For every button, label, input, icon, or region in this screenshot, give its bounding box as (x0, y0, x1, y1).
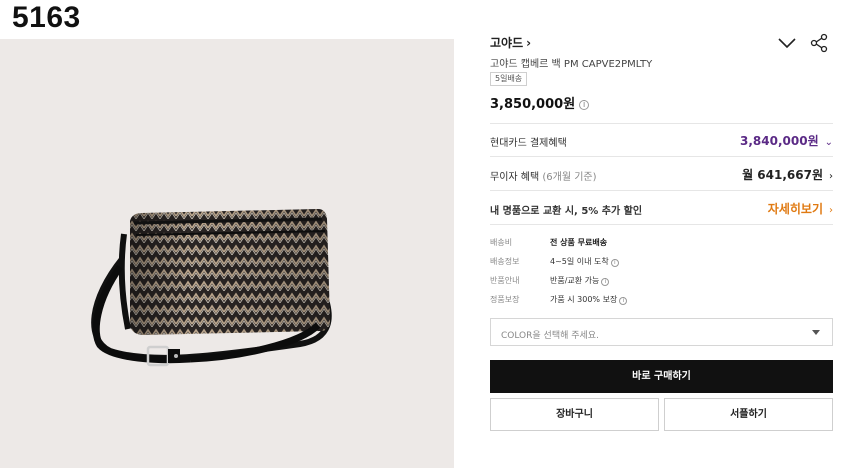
info-icon[interactable]: i (610, 259, 619, 267)
brand-name: 고야드 (490, 36, 524, 50)
product-price: 3,850,000원 i (490, 93, 590, 112)
chevron-down-icon: ⌄ (824, 137, 833, 148)
shopping-button[interactable]: 서플하기 (664, 398, 833, 431)
color-select[interactable]: COLOR을 선택해 주세요. (490, 318, 833, 346)
installment-value: 월 641,667원 › (742, 168, 833, 182)
color-select-placeholder: COLOR을 선택해 주세요. (501, 331, 599, 341)
product-image[interactable] (0, 39, 454, 468)
chevron-right-icon: › (526, 36, 532, 50)
cart-button[interactable]: 장바구니 (490, 398, 659, 431)
share-icon[interactable] (808, 32, 830, 54)
caret-down-icon (812, 330, 820, 335)
brand-link[interactable]: 고야드 › (490, 34, 531, 51)
promo-link: 자세히보기 › (767, 202, 833, 216)
promo-row[interactable]: 내 명품으로 교환 시, 5% 추가 할인 자세히보기 › (490, 198, 833, 218)
product-name: 고야드 캡베르 백 PM CAPVE2PMLTY (490, 59, 653, 70)
chevron-right-icon: › (829, 171, 833, 182)
divider (490, 156, 833, 157)
buy-now-button[interactable]: 바로 구매하기 (490, 360, 833, 393)
divider (490, 224, 833, 225)
card-benefit-row[interactable]: 현대카드 결제혜택 3,840,000원 ⌄ (490, 130, 833, 150)
installment-label: 무이자 혜택 (6개월 기준) (490, 172, 597, 183)
installment-row[interactable]: 무이자 혜택 (6개월 기준) 월 641,667원 › (490, 164, 833, 184)
chevron-right-icon: › (829, 205, 833, 216)
watermark: 5163 (12, 1, 81, 34)
card-benefit-label: 현대카드 결제혜택 (490, 138, 567, 149)
chevron-down-icon[interactable] (776, 32, 798, 54)
bag-image (91, 209, 332, 367)
price-value: 3,850,000원 (490, 97, 576, 112)
info-icon[interactable]: i (601, 278, 610, 286)
delivery-badge: 5일배송 (490, 72, 528, 86)
brand-row: 고야드 › (490, 32, 833, 54)
info-icon[interactable]: i (579, 100, 590, 110)
promo-label: 내 명품으로 교환 시, 5% 추가 할인 (490, 206, 643, 217)
divider (490, 190, 833, 191)
info-icon[interactable]: i (619, 297, 628, 305)
card-benefit-price: 3,840,000원 ⌄ (740, 134, 833, 148)
divider (490, 123, 833, 124)
